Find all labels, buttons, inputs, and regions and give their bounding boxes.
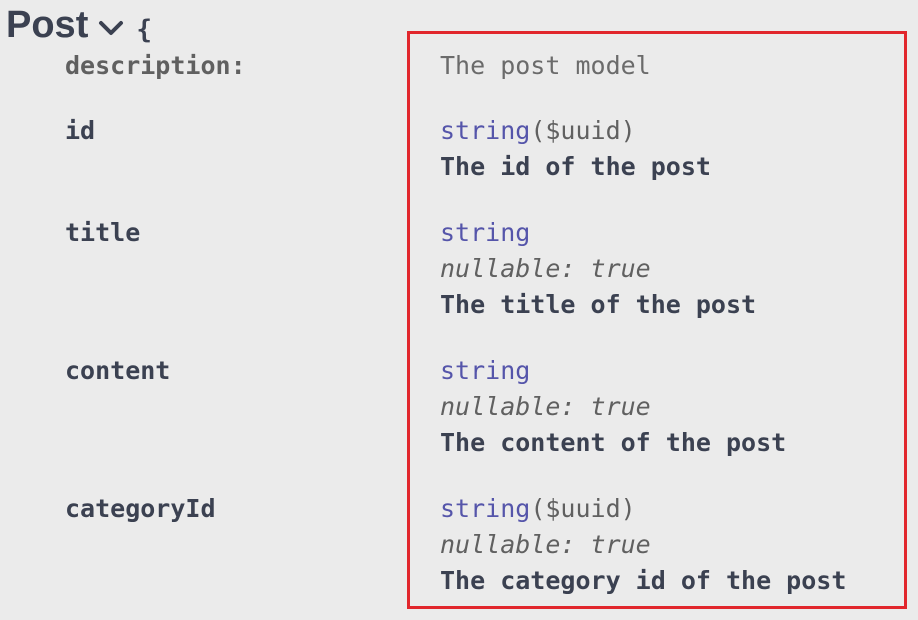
property-name-title: title xyxy=(65,218,141,247)
property-name-id: id xyxy=(65,116,96,145)
chevron-down-icon[interactable] xyxy=(98,17,124,39)
brace-open: { xyxy=(136,15,153,45)
model-title[interactable]: Post xyxy=(6,2,88,48)
property-name-categoryid: categoryId xyxy=(65,494,216,523)
highlight-box xyxy=(407,31,907,609)
model-header[interactable]: Post { xyxy=(6,2,152,48)
description-label: description: xyxy=(65,51,246,80)
property-name-content: content xyxy=(65,356,171,385)
